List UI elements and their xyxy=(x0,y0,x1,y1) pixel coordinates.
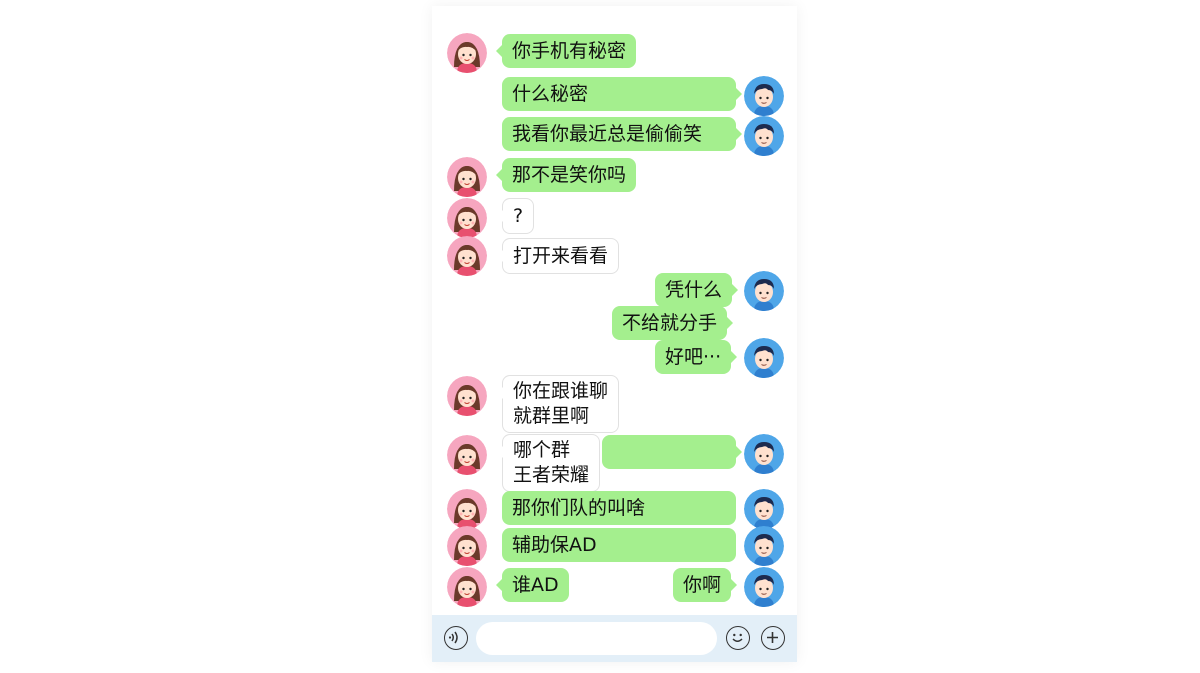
voice-icon[interactable] xyxy=(444,626,468,650)
message-bubble: 那你们队的叫啥 xyxy=(502,491,736,525)
chat-window: 你手机有秘密 什么秘密 我看你最近总是偷偷笑 那不是笑你吗 ? 打开来看看 凭什… xyxy=(432,6,797,662)
boy-avatar[interactable] xyxy=(744,526,784,566)
boy-avatar[interactable] xyxy=(744,489,784,529)
message-line: 你在跟谁聊 xyxy=(513,380,609,402)
boy-avatar[interactable] xyxy=(744,434,784,474)
message-input[interactable] xyxy=(476,622,717,655)
input-bar xyxy=(432,615,797,662)
girl-avatar[interactable] xyxy=(447,435,487,475)
message-bubble: ? xyxy=(496,198,535,234)
message-bubble: 辅助保AD xyxy=(502,528,736,562)
message-bubble: 打开来看看 xyxy=(496,238,620,274)
girl-avatar[interactable] xyxy=(447,489,487,529)
message-bubble: 你啊 xyxy=(673,568,738,602)
girl-avatar[interactable] xyxy=(447,376,487,416)
girl-avatar[interactable] xyxy=(447,236,487,276)
message-bubble-background xyxy=(602,435,742,469)
message-bubble: 你在跟谁聊 就群里啊 xyxy=(496,375,620,433)
boy-avatar[interactable] xyxy=(744,271,784,311)
girl-avatar[interactable] xyxy=(447,157,487,197)
message-bubble: 凭什么 xyxy=(655,273,739,307)
message-bubble: 那不是笑你吗 xyxy=(495,158,637,192)
girl-avatar[interactable] xyxy=(447,526,487,566)
message-bubble: 好吧··· xyxy=(655,340,738,374)
message-bubble: 不给就分手 xyxy=(612,306,734,340)
message-bubble: 什么秘密 xyxy=(502,77,742,111)
message-line: 王者荣耀 xyxy=(513,464,590,486)
plus-icon[interactable] xyxy=(761,626,785,650)
boy-avatar[interactable] xyxy=(744,567,784,607)
message-line: 哪个群 xyxy=(513,439,571,461)
boy-avatar[interactable] xyxy=(744,338,784,378)
girl-avatar[interactable] xyxy=(447,33,487,73)
message-bubble: 哪个群 王者荣耀 xyxy=(496,434,601,492)
girl-avatar[interactable] xyxy=(447,567,487,607)
girl-avatar[interactable] xyxy=(447,198,487,238)
message-bubble: 你手机有秘密 xyxy=(495,34,637,68)
message-bubble: 谁AD xyxy=(496,568,569,602)
emoji-icon[interactable] xyxy=(726,626,750,650)
boy-avatar[interactable] xyxy=(744,116,784,156)
boy-avatar[interactable] xyxy=(744,76,784,116)
message-line: 就群里啊 xyxy=(513,405,590,427)
message-bubble: 我看你最近总是偷偷笑 xyxy=(502,117,742,151)
